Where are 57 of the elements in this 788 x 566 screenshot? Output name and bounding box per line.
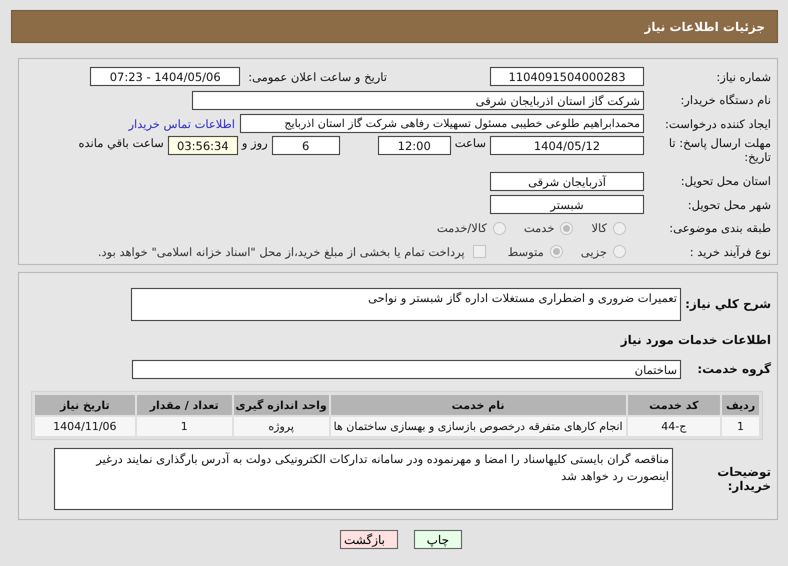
table-cell: ج-44	[628, 417, 720, 436]
table-cell: 1404/11/06	[35, 417, 135, 436]
column-header: تاریخ نیاز	[35, 395, 135, 415]
radio-button[interactable]	[613, 245, 626, 258]
contact-link[interactable]: اطلاعات تماس خریدار	[128, 116, 235, 131]
text-field[interactable]: شرکت گاز استان اذربایجان شرقی	[192, 90, 644, 110]
option-label: متوسط	[508, 244, 544, 259]
text-field[interactable]: 12:00	[378, 136, 451, 154]
text-area[interactable]: مناقصه گران بایستی کلیهاسناد را امضا و مهرنموده ودر سامانه تدارکات الکترونیکی دولت به آدرس بارگذاری نمایند درغیر اینصورت رد خواهد شد	[54, 448, 673, 510]
radio-button[interactable]	[560, 222, 574, 235]
field-label: شماره نیاز:	[715, 70, 771, 84]
field-label: طبقه بندی موضوعی:	[668, 221, 771, 236]
column-header: کد خدمت	[628, 395, 720, 415]
text-area[interactable]: تعمیرات ضروری و اضطراری مستغلات اداره گاز شبستر و نواحی	[131, 288, 681, 320]
column-header: تعداد / مقدار	[136, 395, 232, 415]
field-label: روز و	[242, 136, 268, 150]
text-field[interactable]: آذربایجان شرقی	[490, 172, 644, 191]
section-heading: اطلاعات خدمات مورد نیاز	[619, 333, 771, 349]
option-label: خدمت	[524, 221, 554, 236]
field-label: ایجاد کننده درخواست:	[664, 116, 771, 131]
column-header: نام خدمت	[330, 395, 626, 415]
field-label: مهلت ارسال پاسخ: تا تاریخ:	[668, 136, 771, 164]
radio-button[interactable]	[613, 222, 626, 235]
print-button[interactable]: چاپ	[414, 530, 462, 549]
text-field[interactable]: 1404/05/06 - 07:23	[90, 67, 240, 86]
column-header: ردیف	[722, 395, 759, 415]
radio-button[interactable]	[550, 245, 563, 258]
text-field[interactable]: 03:56:34	[168, 136, 238, 154]
column-header: واحد اندازه گیری	[234, 395, 329, 415]
option-label: کالا/خدمت	[436, 221, 487, 236]
option-label: پرداخت تمام یا بخشی از مبلغ خرید،از محل "اسناد خزانه اسلامی" خواهد بود.	[98, 244, 465, 259]
field-label: ساعت باقي مانده	[78, 136, 164, 150]
field-label: نوع فرآیند خرید :	[688, 244, 771, 259]
field-label: نام دستگاه خریدار:	[679, 93, 771, 108]
field-label: تاریخ و ساعت اعلان عمومی:	[248, 70, 387, 84]
field-label: شهر محل تحویل:	[686, 198, 771, 212]
text-field[interactable]: محمدابراهیم طلوعی خطیبی مسئول تسهیلات رفاهی شرکت گاز استان اذربایج	[240, 114, 644, 134]
field-label: استان محل تحویل:	[680, 174, 771, 188]
option-label: جزیی	[580, 244, 607, 259]
table-cell: 1	[136, 417, 232, 436]
text-field[interactable]: 1104091504000283	[490, 67, 644, 86]
text-field[interactable]: 6	[272, 136, 340, 154]
text-field[interactable]: ساختمان	[132, 360, 681, 378]
field-label: شرح کلي نیاز:	[684, 297, 771, 311]
text-field[interactable]: شبستر	[490, 195, 644, 214]
field-label: ساعت	[454, 136, 486, 150]
option-label: کالا	[591, 221, 607, 236]
table-cell: 1	[722, 417, 759, 436]
page-title: جزئیات اطلاعات نیاز	[644, 20, 765, 34]
back-button[interactable]: بازگشت	[340, 530, 398, 549]
field-label: توضیحات خریدار:	[716, 465, 771, 493]
table-cell: پروژه	[234, 417, 329, 436]
table-cell: انجام کارهای متفرقه درخصوص بازسازی و بهسازی ساختمان ها	[330, 417, 626, 436]
radio-button[interactable]	[492, 222, 506, 235]
text-field[interactable]: 1404/05/12	[490, 136, 644, 154]
field-label: گروه خدمت:	[696, 362, 771, 376]
checkbox[interactable]	[472, 245, 486, 258]
